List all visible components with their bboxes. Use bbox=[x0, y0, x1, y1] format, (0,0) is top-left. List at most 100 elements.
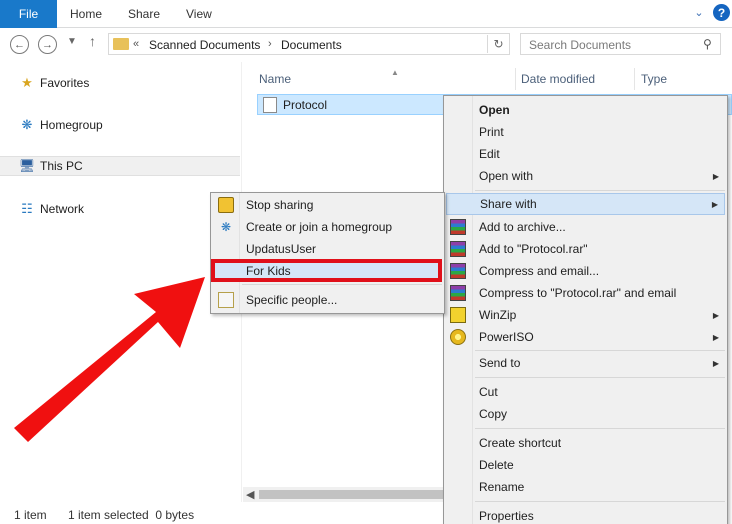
menu-item-label: Add to "Protocol.rar" bbox=[479, 242, 588, 256]
nav-item-favorites[interactable]: ★ Favorites bbox=[18, 73, 89, 93]
menu-item-label: Rename bbox=[479, 480, 525, 494]
network-icon: ☷ bbox=[21, 201, 33, 216]
breadcrumb-documents[interactable]: Documents bbox=[281, 38, 342, 52]
breadcrumb-scanned-documents[interactable]: Scanned Documents bbox=[149, 38, 260, 52]
forward-button[interactable]: → bbox=[38, 35, 57, 54]
menu-item-create-shortcut[interactable]: Create shortcut bbox=[446, 432, 725, 454]
menu-item-print[interactable]: Print bbox=[446, 121, 725, 143]
menu-item-compress-and-email[interactable]: Compress and email... bbox=[446, 260, 725, 282]
submenu-item-for-kids[interactable]: For Kids bbox=[213, 260, 442, 282]
tab-home[interactable]: Home bbox=[70, 0, 102, 28]
winzip-icon bbox=[450, 307, 466, 323]
menu-item-label: Properties bbox=[479, 509, 534, 523]
menu-item-properties[interactable]: Properties bbox=[446, 505, 725, 524]
search-box[interactable]: Search Documents ⚲ bbox=[520, 33, 721, 55]
poweriso-icon bbox=[450, 329, 466, 345]
scrollbar-thumb[interactable] bbox=[259, 490, 443, 499]
navigation-pane: ★ Favorites ❋ Homegroup 🖥 This PC ☷ Netw… bbox=[0, 62, 242, 502]
submenu-arrow-icon: ▶ bbox=[712, 358, 719, 368]
breadcrumb-separator-icon[interactable]: › bbox=[268, 38, 272, 50]
file-name: Protocol bbox=[283, 97, 328, 112]
submenu-item-stop-sharing[interactable]: Stop sharing bbox=[213, 194, 442, 216]
column-header-date-modified[interactable]: Date modified bbox=[515, 68, 635, 90]
lock-icon bbox=[218, 197, 234, 213]
nav-item-label: This PC bbox=[40, 159, 83, 173]
homegroup-icon: ❋ bbox=[21, 117, 33, 132]
search-icon[interactable]: ⚲ bbox=[703, 37, 712, 51]
address-bar[interactable]: « Scanned Documents › Documents ↻ bbox=[108, 33, 510, 55]
column-header-label: Type bbox=[641, 72, 668, 86]
column-header-type[interactable]: Type bbox=[635, 68, 732, 90]
nav-item-label: Homegroup bbox=[40, 118, 103, 132]
menu-item-add-to-archive[interactable]: Add to archive... bbox=[446, 216, 725, 238]
menu-separator bbox=[475, 501, 725, 502]
help-icon[interactable]: ? bbox=[713, 4, 730, 21]
menu-item-label: PowerISO bbox=[479, 330, 534, 344]
menu-item-label: Stop sharing bbox=[246, 198, 314, 212]
nav-item-homegroup[interactable]: ❋ Homegroup bbox=[18, 115, 103, 135]
overflow-icon[interactable]: « bbox=[133, 38, 139, 50]
refresh-icon: ↻ bbox=[493, 37, 504, 51]
menu-item-edit[interactable]: Edit bbox=[446, 143, 725, 165]
computer-icon: 🖥 bbox=[18, 158, 36, 173]
menu-item-label: Add to archive... bbox=[479, 220, 566, 234]
menu-item-label: Specific people... bbox=[246, 293, 338, 307]
submenu-item-create-or-join-homegroup[interactable]: ❋ Create or join a homegroup bbox=[213, 216, 442, 238]
menu-item-open-with[interactable]: Open with ▶ bbox=[446, 165, 725, 187]
menu-separator bbox=[475, 190, 725, 191]
menu-separator bbox=[242, 284, 442, 285]
winrar-icon bbox=[450, 285, 466, 301]
menu-item-label: UpdatusUser bbox=[246, 242, 317, 256]
column-header-label: Name bbox=[259, 72, 292, 86]
star-icon: ★ bbox=[21, 75, 33, 90]
menu-item-rename[interactable]: Rename bbox=[446, 476, 725, 498]
menu-item-label: Send to bbox=[479, 356, 521, 370]
winrar-icon bbox=[450, 241, 466, 257]
tab-file[interactable]: File bbox=[0, 0, 57, 28]
menu-separator bbox=[475, 377, 725, 378]
menu-item-label: Open with bbox=[479, 169, 534, 183]
search-input[interactable]: Search Documents bbox=[529, 38, 631, 52]
back-button[interactable]: ← bbox=[10, 35, 29, 54]
menu-item-label: Share with bbox=[480, 197, 537, 211]
horizontal-scrollbar[interactable]: ◀ bbox=[243, 487, 443, 502]
submenu-item-specific-people[interactable]: Specific people... bbox=[213, 289, 442, 311]
item-count: 1 item bbox=[14, 508, 47, 522]
menu-item-copy[interactable]: Copy bbox=[446, 403, 725, 425]
menu-item-label: Delete bbox=[479, 458, 514, 472]
sort-ascending-icon: ▲ bbox=[391, 68, 399, 77]
menu-item-add-to-rar[interactable]: Add to "Protocol.rar" bbox=[446, 238, 725, 260]
tab-share[interactable]: Share bbox=[128, 0, 160, 28]
arrow-left-icon: ← bbox=[14, 38, 25, 51]
up-arrow-icon[interactable]: ↑ bbox=[89, 33, 96, 49]
menu-item-compress-to-rar-and-email[interactable]: Compress to "Protocol.rar" and email bbox=[446, 282, 725, 304]
menu-item-share-with[interactable]: Share with ▶ bbox=[446, 193, 725, 215]
expand-ribbon-chevron-icon[interactable]: ⌄ bbox=[692, 6, 706, 20]
recent-locations-chevron-icon[interactable]: ▼ bbox=[67, 36, 77, 47]
folder-icon bbox=[113, 38, 129, 50]
menu-item-open[interactable]: Open bbox=[446, 99, 725, 121]
menu-item-label: Compress to "Protocol.rar" and email bbox=[479, 286, 677, 300]
arrow-right-icon: → bbox=[42, 38, 53, 51]
menu-item-delete[interactable]: Delete bbox=[446, 454, 725, 476]
menu-item-poweriso[interactable]: PowerISO ▶ bbox=[446, 326, 725, 348]
refresh-button[interactable]: ↻ bbox=[487, 35, 509, 53]
ribbon: File Home Share View ⌄ ? bbox=[0, 0, 732, 28]
menu-item-send-to[interactable]: Send to ▶ bbox=[446, 352, 725, 374]
column-header-name[interactable]: Name ▲ bbox=[253, 68, 516, 90]
share-with-submenu: Stop sharing ❋ Create or join a homegroup… bbox=[210, 192, 445, 314]
menu-item-label: For Kids bbox=[246, 264, 291, 278]
menu-item-label: Cut bbox=[479, 385, 498, 399]
winrar-icon bbox=[450, 219, 466, 235]
menu-item-cut[interactable]: Cut bbox=[446, 381, 725, 403]
submenu-item-updatususer[interactable]: UpdatusUser bbox=[213, 238, 442, 260]
submenu-arrow-icon: ▶ bbox=[711, 199, 718, 209]
nav-item-this-pc[interactable]: 🖥 This PC bbox=[0, 156, 240, 176]
menu-item-label: Create or join a homegroup bbox=[246, 220, 393, 234]
menu-item-winzip[interactable]: WinZip ▶ bbox=[446, 304, 725, 326]
nav-item-network[interactable]: ☷ Network bbox=[18, 199, 84, 219]
menu-item-label: Create shortcut bbox=[479, 436, 562, 450]
tab-view[interactable]: View bbox=[186, 0, 212, 28]
scroll-left-icon[interactable]: ◀ bbox=[246, 488, 254, 501]
context-menu: Open Print Edit Open with ▶ Share with ▶ A… bbox=[443, 95, 728, 524]
